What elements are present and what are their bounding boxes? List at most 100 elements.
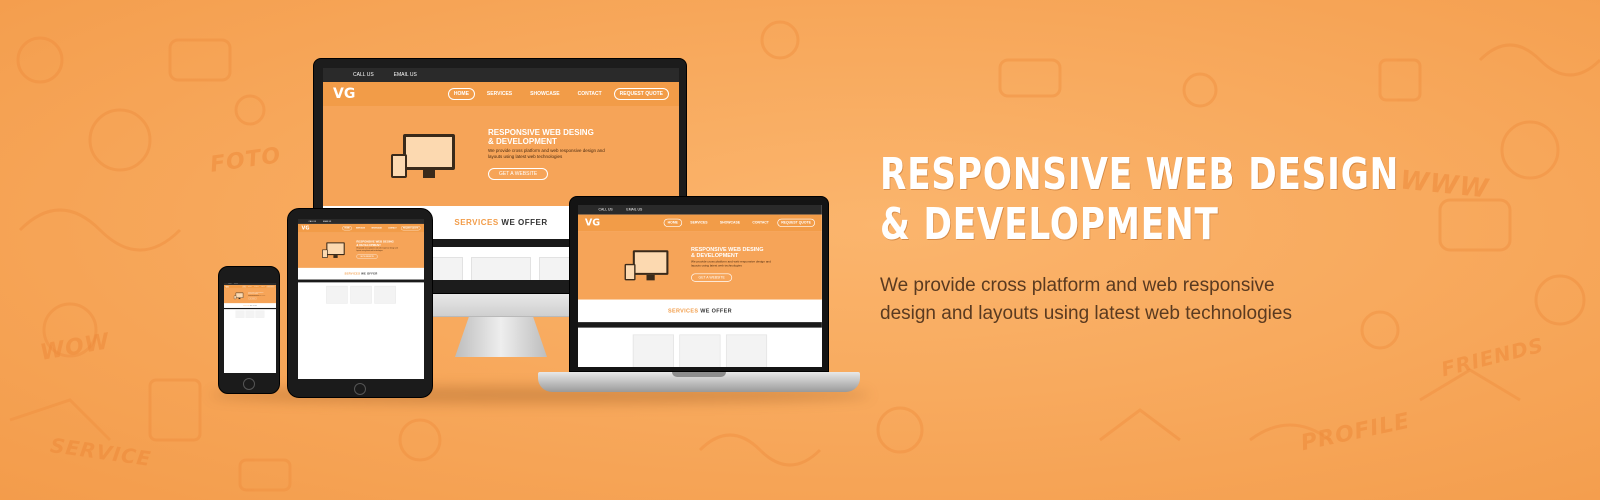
mock-card bbox=[245, 310, 255, 318]
mock-logo: VG bbox=[301, 225, 310, 232]
mockup-website: CALL US EMAIL US VG HOME SERVICES SHOWCA… bbox=[578, 205, 822, 367]
mock-nav: VG HOME SERVICES SHOWCASE CONTACT REQUES… bbox=[323, 82, 679, 106]
mock-monitor-stand bbox=[423, 170, 435, 178]
mock-email: EMAIL US bbox=[393, 72, 417, 78]
mock-hero: RESPONSIVE WEB DESING & DEVELOPMENT We p… bbox=[323, 106, 679, 206]
mock-services-title: SERVICES WE OFFER bbox=[578, 308, 822, 314]
mock-monitor-illustration bbox=[632, 250, 669, 275]
mock-menu-item: HOME bbox=[242, 285, 247, 288]
mock-call: CALL US bbox=[598, 207, 613, 212]
subtext-line-2: design and layouts using latest web tech… bbox=[880, 303, 1292, 324]
mock-menu: HOME SERVICES SHOWCASE CONTACT REQUEST Q… bbox=[447, 88, 669, 100]
mock-menu-item: SHOWCASE bbox=[719, 220, 741, 225]
mock-monitor-stand bbox=[333, 255, 338, 258]
mock-monitor-stand bbox=[646, 274, 655, 281]
mock-hero-button: GET A WEBSITE bbox=[488, 168, 549, 180]
mock-hero-title: RESPONSIVE WEB DESING & DEVELOPMENT bbox=[356, 240, 394, 247]
mock-services: SERVICES WE OFFER bbox=[578, 299, 822, 367]
mock-services-b: WE OFFER bbox=[361, 272, 378, 276]
subtext-line-1: We provide cross platform and web respon… bbox=[880, 275, 1275, 296]
mock-card bbox=[235, 310, 245, 318]
mock-logo: VG bbox=[584, 217, 601, 229]
mock-menu-item: CONTACT bbox=[752, 220, 769, 225]
mock-logo: VG bbox=[333, 86, 356, 102]
mock-tablet-illustration bbox=[391, 154, 407, 178]
mock-hero-sub: We provide cross platform and web respon… bbox=[691, 259, 771, 268]
mock-card bbox=[632, 334, 674, 367]
mock-services-b: WE OFFER bbox=[250, 304, 257, 307]
mock-card bbox=[471, 257, 531, 280]
banner-subtext: We provide cross platform and web respon… bbox=[880, 272, 1400, 328]
mock-menu-item: HOME bbox=[342, 226, 352, 231]
mock-services-b: WE OFFER bbox=[501, 218, 548, 227]
mock-tablet-illustration bbox=[322, 249, 328, 258]
mock-hero-button: GET A WEBSITE bbox=[356, 254, 378, 259]
mock-tablet-illustration bbox=[624, 263, 636, 281]
mock-services-a: SERVICES bbox=[667, 307, 699, 314]
mock-services-title: SERVICES WE OFFER bbox=[298, 272, 424, 275]
mock-menu-item: SHOWCASE bbox=[254, 286, 259, 288]
laptop-lip bbox=[672, 372, 726, 377]
mock-hero-button: GET A WEBSITE bbox=[691, 273, 733, 282]
mockup-website: CALL US EMAIL US VG HOME SERVICES SHOWCA… bbox=[224, 283, 276, 318]
mock-hero-sub: We provide cross platform and web respon… bbox=[356, 247, 398, 252]
mock-nav: VG HOME SERVICES SHOWCASE CONTACT REQUES… bbox=[578, 214, 822, 232]
hero-banner: FOTO WWW WOW SERVICE PROFILE FRIENDS CAL… bbox=[0, 0, 1600, 500]
mock-menu-item: SERVICES bbox=[356, 227, 365, 230]
mock-menu-item: REQUEST QUOTE bbox=[777, 218, 816, 227]
mock-menu-item: SERVICES bbox=[690, 220, 708, 225]
mock-menu-item: CONTACT bbox=[388, 227, 397, 230]
tablet: CALL US EMAIL US VG HOME SERVICES SHOWCA… bbox=[287, 208, 433, 398]
laptop: CALL US EMAIL US VG HOME SERVICES SHOWCA… bbox=[569, 196, 829, 372]
mock-monitor-illustration bbox=[326, 242, 345, 256]
mock-tablet-illustration bbox=[233, 295, 237, 300]
mock-menu-item: SHOWCASE bbox=[530, 91, 560, 97]
laptop-screen: CALL US EMAIL US VG HOME SERVICES SHOWCA… bbox=[578, 205, 822, 367]
mock-monitor-illustration bbox=[403, 134, 455, 170]
mock-services: SERVICES WE OFFER bbox=[224, 303, 276, 318]
mock-services-a: SERVICES bbox=[344, 272, 361, 276]
mock-hero: RESPONSIVE WEB DESING & DEVELOPMENT We p… bbox=[224, 288, 276, 304]
mock-email: EMAIL US bbox=[234, 283, 238, 285]
monitor-stand bbox=[455, 317, 547, 357]
mock-menu-item: REQUEST QUOTE bbox=[613, 88, 669, 100]
headline-line-1: Responsive Web Design bbox=[880, 149, 1400, 200]
mock-cards bbox=[224, 310, 276, 318]
phone-screen: CALL US EMAIL US VG HOME SERVICES SHOWCA… bbox=[224, 283, 276, 373]
mock-services-title: SERVICES WE OFFER bbox=[224, 305, 276, 306]
mock-menu-item: CONTACT bbox=[261, 286, 265, 288]
mock-call: CALL US bbox=[228, 283, 232, 285]
mock-menu-item: SERVICES bbox=[486, 91, 513, 97]
mock-menu: HOME SERVICES SHOWCASE CONTACT REQUEST Q… bbox=[663, 218, 816, 227]
mock-hero: RESPONSIVE WEB DESING & DEVELOPMENT We p… bbox=[578, 231, 822, 300]
mock-hero-title: RESPONSIVE WEB DESING & DEVELOPMENT bbox=[691, 246, 764, 259]
mock-email: EMAIL US bbox=[323, 220, 332, 223]
tablet-home-button bbox=[354, 383, 366, 395]
mock-hero-button: GET A WEBSITE bbox=[248, 297, 257, 300]
mockup-website: CALL US EMAIL US VG HOME SERVICES SHOWCA… bbox=[298, 219, 424, 304]
mock-call: CALL US bbox=[353, 72, 374, 78]
mock-menu-item: HOME bbox=[663, 218, 683, 227]
mock-hero: RESPONSIVE WEB DESING & DEVELOPMENT We p… bbox=[298, 232, 424, 268]
banner-headline: Responsive Web Design & Development bbox=[880, 149, 1400, 250]
mock-nav: VG HOME SERVICES SHOWCASE CONTACT REQUES… bbox=[298, 223, 424, 233]
mock-menu-item: CONTACT bbox=[577, 91, 602, 97]
mock-card bbox=[725, 334, 768, 367]
mock-menu: HOME SERVICES SHOWCASE CONTACT REQUEST Q… bbox=[342, 226, 421, 231]
mock-card bbox=[255, 310, 265, 318]
mock-hero-sub: We provide cross platform and web respon… bbox=[248, 294, 266, 297]
mock-menu-item: SERVICES bbox=[247, 286, 252, 288]
mock-strip bbox=[298, 279, 424, 283]
phone-home-button bbox=[243, 378, 255, 390]
mock-services-a: SERVICES bbox=[454, 218, 499, 227]
mock-services: SERVICES WE OFFER bbox=[298, 267, 424, 304]
mock-cards bbox=[578, 334, 822, 367]
mock-card bbox=[374, 285, 396, 304]
mock-strip bbox=[578, 322, 822, 328]
mock-menu-item: SHOWCASE bbox=[371, 227, 382, 230]
mock-card bbox=[350, 285, 372, 304]
mock-menu-item: HOME bbox=[447, 88, 475, 100]
mock-services-a: SERVICES bbox=[243, 304, 250, 307]
mock-email: EMAIL US bbox=[626, 207, 643, 212]
mock-hero-sub: We provide cross platform and web respon… bbox=[488, 148, 605, 159]
